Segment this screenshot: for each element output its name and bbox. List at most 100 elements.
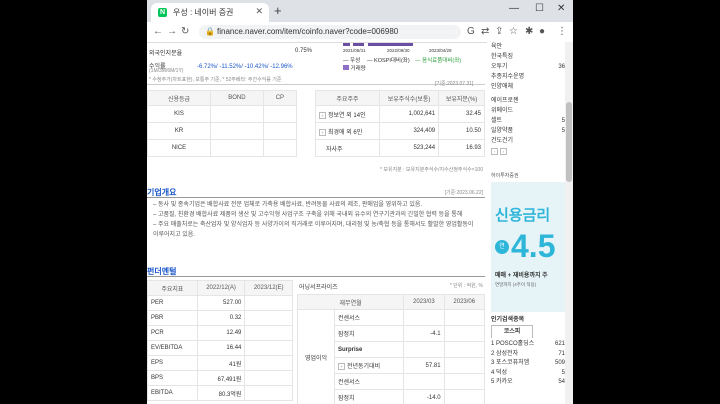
list-item[interactable]: 3 포스코퓨처엠 509	[491, 359, 565, 369]
ad-number: 4.5	[511, 228, 556, 264]
legend-volume: 거래량	[343, 64, 366, 72]
scrollbar[interactable]	[565, 42, 573, 404]
metric-value: 16.44	[196, 340, 246, 356]
metric-name: BPS	[147, 370, 198, 386]
translate-icon[interactable]: ⇄	[481, 26, 489, 37]
list-item: – 고품질, 친환경 배합사료 제품의 생산 및 고수익형 사업구조 구축을 위…	[153, 212, 463, 218]
earnings-header: 재무연월	[296, 294, 405, 310]
naver-favicon-icon: N	[158, 8, 167, 17]
legend-main: — 우성	[343, 58, 361, 64]
holder-pct: 32.45	[438, 105, 485, 123]
stock-name: 삼성전자	[496, 350, 519, 357]
table-row: NICE	[147, 139, 298, 157]
overview-item: 동사 및 종속기업은 배합사료 전문 업체로 가축용 배합사료, 반려동물 사료…	[158, 202, 423, 208]
profile-avatar-icon[interactable]: ●	[539, 26, 545, 37]
sidebar-item[interactable]: 일양약품 5	[491, 126, 565, 136]
sidebar-item-label: 셀트	[491, 118, 503, 124]
lock-icon: 🔒	[205, 27, 215, 36]
foreign-value: 0.75%	[295, 48, 313, 54]
overview-item: 주요 매출처로는 축산업자 및 양식업자 등 사양가이의 직거래로 이루어지며,…	[153, 222, 474, 238]
list-item[interactable]: 4 덕성 5	[491, 369, 565, 379]
earnings-unit: * 단위 : 억원, %	[449, 283, 483, 289]
stock-price: 54	[558, 379, 565, 385]
forward-icon[interactable]: →	[167, 26, 177, 37]
ad-line1: 매매 + 재비용까지 주	[495, 273, 548, 279]
holders-header: 보유지분(%)	[438, 90, 485, 106]
holders-note: * 보유지분 : 보유지분주식수/지수산정주식수×100	[380, 167, 483, 173]
metric-name: EPS	[147, 355, 198, 371]
metric-name: PBR	[147, 310, 198, 326]
sidebar-item[interactable]: 건도건기	[491, 136, 565, 146]
metric-estimate	[244, 370, 293, 386]
chart-snippet: 2021/05/31 2022/09/30 2023/04/29 — 우성 — …	[343, 42, 483, 78]
holder-name-cell[interactable]: + 정보연 외 14인	[315, 105, 380, 123]
credit-header: 신용등급	[147, 90, 212, 106]
overview-list: – 동사 및 종속기업은 배합사료 전문 업체로 가축용 배합사료, 반려동물 …	[153, 200, 479, 240]
table-row[interactable]: + 정보연 외 14인 1,002,641 32.45	[315, 105, 485, 123]
metric-estimate	[244, 310, 293, 326]
earnings-title: 어닝서프라이즈	[299, 285, 338, 291]
google-icon[interactable]: G	[467, 26, 475, 37]
credit-header: CP	[262, 90, 298, 106]
holder-name-cell[interactable]: + 최경애 외 6인	[315, 122, 380, 140]
rank: 1	[491, 341, 495, 347]
expand-plus-icon[interactable]: +	[319, 128, 326, 136]
table-row: EV/EBITDA 16.44	[147, 340, 293, 356]
list-item[interactable]: 5 카카오 54	[491, 378, 565, 388]
table-row: 자사주 523,244 16.93	[315, 139, 485, 157]
credit-agency: KR	[147, 122, 212, 140]
expand-plus-icon[interactable]: +	[319, 111, 326, 119]
close-window-icon[interactable]: ✕	[557, 3, 565, 14]
fundamentals-table: 주요지표 2022/12(A) 2023/12(E) PER 527.00 PBR…	[147, 280, 293, 401]
scrollbar-thumb[interactable]	[566, 102, 572, 182]
table-row[interactable]: + 최경애 외 6인 324,409 10.50	[315, 122, 485, 140]
share-icon[interactable]: ⇪	[495, 26, 503, 37]
sidebar-item[interactable]: 육안	[491, 42, 565, 52]
holders-header: 보유주식수(보통)	[378, 90, 440, 106]
close-tab-icon[interactable]: ✕	[255, 6, 263, 17]
sidebar-item[interactable]: 오투기 36	[491, 62, 565, 72]
maximize-icon[interactable]: ☐	[535, 3, 544, 14]
earnings-value	[443, 325, 485, 342]
back-icon[interactable]: ←	[153, 26, 163, 37]
earnings-row-label-cell[interactable]: + 전년동기대비	[333, 357, 405, 374]
list-item[interactable]: 1 POSCO홀딩스 621	[491, 340, 565, 350]
sidebar-pager[interactable]: ‹ ›	[491, 148, 509, 155]
sidebar-item[interactable]: 에이프로젠	[491, 96, 565, 106]
browser-tab[interactable]: N 우성 : 네이버 증권 ✕	[151, 3, 269, 22]
extensions-icon[interactable]: ✱	[525, 26, 533, 37]
sidebar-item[interactable]: 인양애체	[491, 82, 565, 92]
tab-kospi[interactable]: 코스피	[491, 325, 533, 338]
sidebar-item-label: 건도건기	[491, 138, 514, 144]
earnings-value	[403, 373, 445, 390]
menu-icon[interactable]: ⋮	[557, 26, 567, 37]
volume-swatch-icon	[343, 65, 349, 70]
url-field[interactable]: 🔒 finance.naver.com/item/coinfo.naver?co…	[199, 25, 461, 39]
sidebar-item[interactable]: 위메이드	[491, 106, 565, 116]
list-item[interactable]: 2 삼성전자 71	[491, 350, 565, 360]
next-page-icon[interactable]: ›	[500, 148, 507, 155]
prev-page-icon[interactable]: ‹	[491, 148, 498, 155]
expand-plus-icon[interactable]: +	[338, 363, 345, 370]
metric-name: EBITDA	[147, 385, 198, 401]
earnings-value: 57.81	[403, 357, 445, 374]
metric-estimate	[244, 355, 293, 371]
ad-banner[interactable]: 신용금리 연 4.5 매매 + 재비용까지 주 연말까지 (4주이 적용)	[491, 182, 569, 312]
sidebar-item[interactable]: 추종지수운명	[491, 72, 565, 82]
popular-title: 인기검색종목	[491, 317, 525, 323]
bookmark-star-icon[interactable]: ☆	[509, 26, 518, 37]
table-row: EBITDA 80.3억원	[147, 385, 293, 401]
list-item: – 주요 매출처로는 축산업자 및 양식업자 등 사양가이의 직거래로 이루어지…	[153, 222, 474, 238]
credit-table: 신용등급 BOND CP KIS KR NICE	[147, 90, 298, 157]
stock-name: POSCO홀딩스	[496, 341, 535, 347]
sidebar-item[interactable]: 한국특징	[491, 52, 565, 62]
overview-date: [기준:2023.06.22]	[444, 190, 483, 196]
sidebar-item[interactable]: 셀트 5	[491, 116, 565, 126]
reload-icon[interactable]: ↻	[181, 26, 189, 37]
return-value: -6.72%/ -11.52%/ -10.42%/ -12.96%	[197, 64, 293, 70]
rank: 4	[491, 369, 495, 376]
metric-value: 41원	[196, 355, 246, 371]
earnings-table: 재무연월 2023/03 2023/06 영업이익 컨센서스 잠정치 -4.1 …	[296, 294, 485, 404]
new-tab-icon[interactable]: +	[274, 3, 282, 18]
minimize-icon[interactable]: —	[509, 3, 519, 14]
